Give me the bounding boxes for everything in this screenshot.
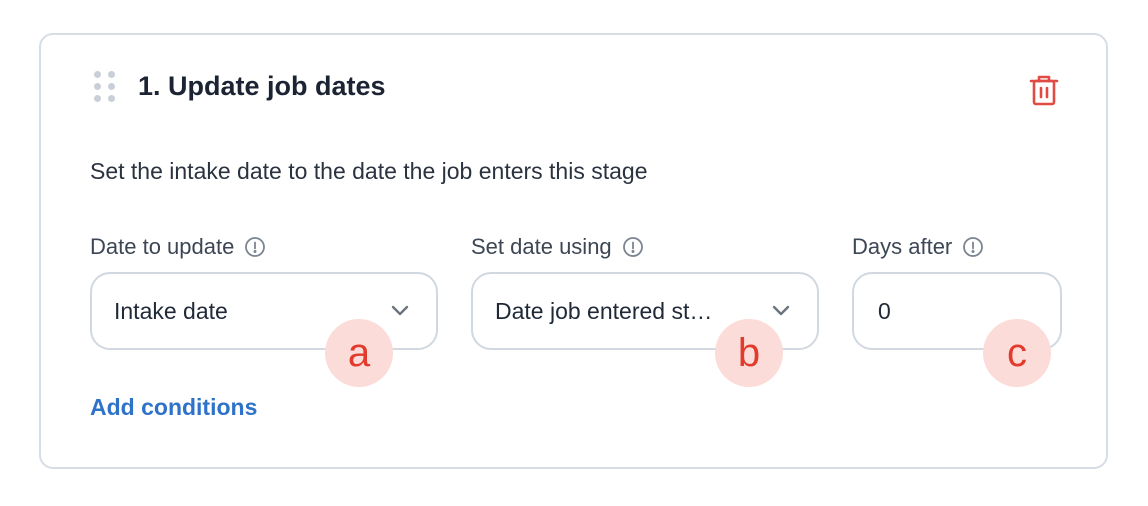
action-title: 1. Update job dates bbox=[138, 71, 386, 101]
add-conditions-link[interactable]: Add conditions bbox=[90, 394, 257, 421]
days-after-label: Days after bbox=[852, 234, 984, 260]
date-to-update-label-text: Date to update bbox=[90, 234, 235, 259]
drag-handle-icon[interactable] bbox=[94, 71, 115, 102]
annotation-badge-b: b bbox=[715, 319, 783, 387]
annotation-badge-a: a bbox=[325, 319, 393, 387]
action-card: 1. Update job dates Set the intake date … bbox=[39, 33, 1108, 469]
chevron-down-icon bbox=[391, 305, 409, 316]
chevron-down-icon bbox=[772, 305, 790, 316]
date-to-update-value: Intake date bbox=[114, 297, 228, 324]
action-description: Set the intake date to the date the job … bbox=[90, 158, 648, 184]
days-after-value: 0 bbox=[878, 297, 891, 324]
info-icon[interactable] bbox=[622, 236, 644, 258]
delete-button[interactable] bbox=[1027, 73, 1061, 107]
info-icon[interactable] bbox=[244, 236, 266, 258]
annotation-badge-c: c bbox=[983, 319, 1051, 387]
date-to-update-label: Date to update bbox=[90, 234, 266, 260]
days-after-label-text: Days after bbox=[852, 234, 953, 259]
set-date-using-label: Set date using bbox=[471, 234, 644, 260]
info-icon[interactable] bbox=[962, 236, 984, 258]
set-date-using-value: Date job entered st… bbox=[495, 297, 713, 324]
trash-icon bbox=[1029, 75, 1059, 106]
set-date-using-label-text: Set date using bbox=[471, 234, 612, 259]
